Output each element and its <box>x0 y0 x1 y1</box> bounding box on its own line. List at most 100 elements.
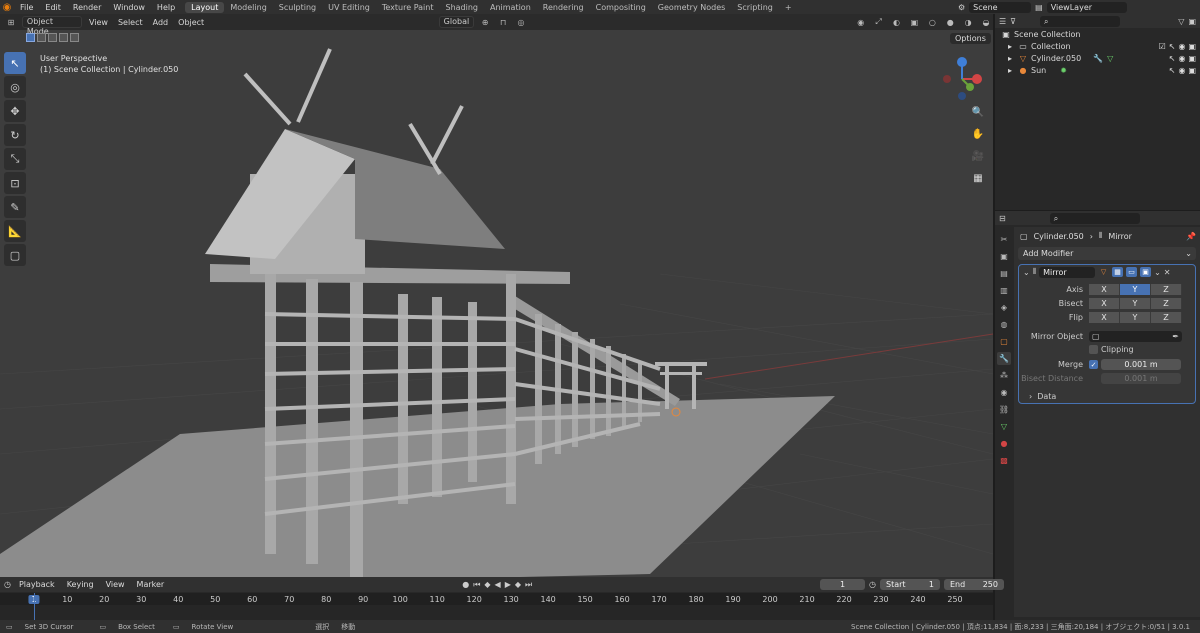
outliner-row-sun[interactable]: ▸ ● Sun ✹ ↖ ◉ ▣ <box>995 64 1200 76</box>
world-tab-icon[interactable]: ◍ <box>997 318 1011 331</box>
rotate-tool-icon[interactable]: ↻ <box>4 124 26 146</box>
flip-x-toggle[interactable]: X <box>1089 312 1120 323</box>
select-new-icon[interactable] <box>26 33 35 42</box>
flip-z-toggle[interactable]: Z <box>1151 312 1182 323</box>
timeline-menu-keying[interactable]: Keying <box>63 580 98 589</box>
new-collection-icon[interactable]: ▣ <box>1188 17 1196 26</box>
overlay-icon[interactable]: ◐ <box>890 16 904 28</box>
bisect-distance-field[interactable]: 0.001 m <box>1101 373 1181 384</box>
scene-icon[interactable]: ⚙ <box>958 3 965 12</box>
timeline-track-area[interactable] <box>0 605 993 620</box>
scale-tool-icon[interactable]: ⤡ <box>4 148 26 170</box>
frame-ruler[interactable]: 1102030405060708090100110120130140150160… <box>0 593 993 605</box>
timeline-menu-marker[interactable]: Marker <box>133 580 169 589</box>
sun-data-icon[interactable]: ✹ <box>1060 66 1067 75</box>
tab-compositing[interactable]: Compositing <box>590 2 652 13</box>
viewlayer-field[interactable]: ViewLayer <box>1046 1 1127 13</box>
timeline-menu-view[interactable]: View <box>102 580 129 589</box>
select-box-tool-icon[interactable]: ↖ <box>4 52 26 74</box>
jump-end-icon[interactable]: ⏭ <box>525 580 532 590</box>
clock-icon[interactable]: ◷ <box>869 580 876 589</box>
pin-icon[interactable]: 📌 <box>1186 232 1196 241</box>
outliner-row-collection[interactable]: ▸ ▭ Collection ☑ ↖ ◉ ▣ <box>995 40 1200 52</box>
pan-hand-icon[interactable]: ✋ <box>970 126 986 142</box>
eye-icon[interactable]: ◉ <box>1178 66 1185 75</box>
add-cube-tool-icon[interactable]: ▢ <box>4 244 26 266</box>
eye-icon[interactable]: ◉ <box>1178 42 1185 51</box>
texture-tab-icon[interactable]: ▩ <box>997 454 1011 467</box>
tool-tab-icon[interactable]: ✂ <box>997 233 1011 246</box>
current-frame-field[interactable]: 1 <box>820 579 865 590</box>
flip-y-toggle[interactable]: Y <box>1120 312 1151 323</box>
wireframe-shading-icon[interactable]: ○ <box>925 16 939 28</box>
outliner-search-input[interactable]: ⌕ <box>1040 15 1121 27</box>
outliner-editor-icon[interactable]: ☰ <box>999 17 1006 26</box>
ortho-grid-icon[interactable]: ▦ <box>970 170 986 186</box>
modifier-menu-chevron-icon[interactable]: ⌄ <box>1154 268 1161 277</box>
annotate-tool-icon[interactable]: ✎ <box>4 196 26 218</box>
tab-layout[interactable]: Layout <box>185 1 225 13</box>
select-extend-icon[interactable] <box>37 33 46 42</box>
timeline-editor-icon[interactable]: ◷ <box>4 580 11 589</box>
end-frame-field[interactable]: End 250 <box>943 579 1004 590</box>
particles-tab-icon[interactable]: ⁂ <box>997 369 1011 382</box>
editmode-toggle-icon[interactable]: ▦ <box>1112 267 1124 277</box>
object-mode-dropdown[interactable]: Object Mode <box>21 16 82 36</box>
select-arrow-icon[interactable]: ↖ <box>1169 66 1176 75</box>
xray-icon[interactable]: ▣ <box>907 16 921 28</box>
tab-texture-paint[interactable]: Texture Paint <box>376 2 440 13</box>
tab-geometry-nodes[interactable]: Geometry Nodes <box>652 2 731 13</box>
data-tab-icon[interactable]: ▽ <box>997 420 1011 433</box>
record-icon[interactable]: ● <box>462 580 469 589</box>
axis-y-toggle[interactable]: Y <box>1120 284 1151 295</box>
outliner-row-cylinder[interactable]: ▸ ▽ Cylinder.050 🔧 ▽ ↖ ◉ ▣ <box>995 52 1200 64</box>
snap-icon[interactable]: ⊓ <box>496 16 510 28</box>
viewport-menu-object[interactable]: Object <box>175 18 207 27</box>
modifier-name-input[interactable]: Mirror <box>1039 266 1096 278</box>
rendered-shading-icon[interactable]: ◒ <box>979 16 993 28</box>
render-toggle-icon[interactable]: ▣ <box>1140 267 1152 277</box>
timeline-menu-playback[interactable]: Playback <box>15 580 59 589</box>
merge-distance-field[interactable]: 0.001 m <box>1101 359 1181 370</box>
menu-edit[interactable]: Edit <box>39 3 67 12</box>
visibility-icon[interactable]: ◉ <box>854 16 868 28</box>
camera-icon[interactable]: ▣ <box>1188 54 1196 63</box>
modifier-wrench-icon[interactable]: 🔧 <box>1093 54 1103 63</box>
scene-field[interactable]: Scene <box>969 1 1032 13</box>
edit-mode-cage-icon[interactable]: ▽ <box>1098 267 1109 277</box>
expand-arrow-icon[interactable]: ▸ <box>1005 54 1015 63</box>
checkbox-icon[interactable]: ☑ <box>1159 42 1166 51</box>
cursor-tool-icon[interactable]: ◎ <box>4 76 26 98</box>
play-icon[interactable]: ▶ <box>505 580 511 589</box>
navigation-gizmo[interactable] <box>937 54 987 104</box>
axis-x-toggle[interactable]: X <box>1089 284 1120 295</box>
next-key-icon[interactable]: ◆ <box>515 580 521 589</box>
menu-help[interactable]: Help <box>151 3 181 12</box>
eyedropper-icon[interactable]: ✒ <box>1172 332 1179 341</box>
camera-view-icon[interactable]: 🎥 <box>970 148 986 164</box>
tab-uv-editing[interactable]: UV Editing <box>322 2 376 13</box>
select-invert-icon[interactable] <box>59 33 68 42</box>
bisect-x-toggle[interactable]: X <box>1089 298 1120 309</box>
camera-icon[interactable]: ▣ <box>1188 42 1196 51</box>
add-workspace-icon[interactable]: + <box>779 2 798 13</box>
menu-window[interactable]: Window <box>107 3 151 12</box>
3d-viewport[interactable]: ⊞ Object Mode View Select Add Object Glo… <box>0 14 993 577</box>
scene-tab-icon[interactable]: ◈ <box>997 301 1011 314</box>
view-layer-tab-icon[interactable]: ▥ <box>997 284 1011 297</box>
bisect-y-toggle[interactable]: Y <box>1120 298 1151 309</box>
physics-tab-icon[interactable]: ◉ <box>997 386 1011 399</box>
solid-shading-icon[interactable]: ● <box>943 16 957 28</box>
jump-start-icon[interactable]: ⏮ <box>473 580 480 590</box>
options-dropdown[interactable]: Options <box>950 33 991 44</box>
select-subtract-icon[interactable] <box>48 33 57 42</box>
collapse-arrow-icon[interactable]: ⌄ <box>1023 268 1030 277</box>
tab-animation[interactable]: Animation <box>484 2 537 13</box>
viewport-menu-add[interactable]: Add <box>150 18 172 27</box>
zoom-icon[interactable]: 🔍 <box>970 104 986 120</box>
gizmo-icon[interactable]: ⤢ <box>872 16 886 28</box>
output-tab-icon[interactable]: ▤ <box>997 267 1011 280</box>
pivot-icon[interactable]: ⊕ <box>478 16 492 28</box>
clipping-checkbox[interactable] <box>1089 345 1098 354</box>
bisect-z-toggle[interactable]: Z <box>1151 298 1182 309</box>
